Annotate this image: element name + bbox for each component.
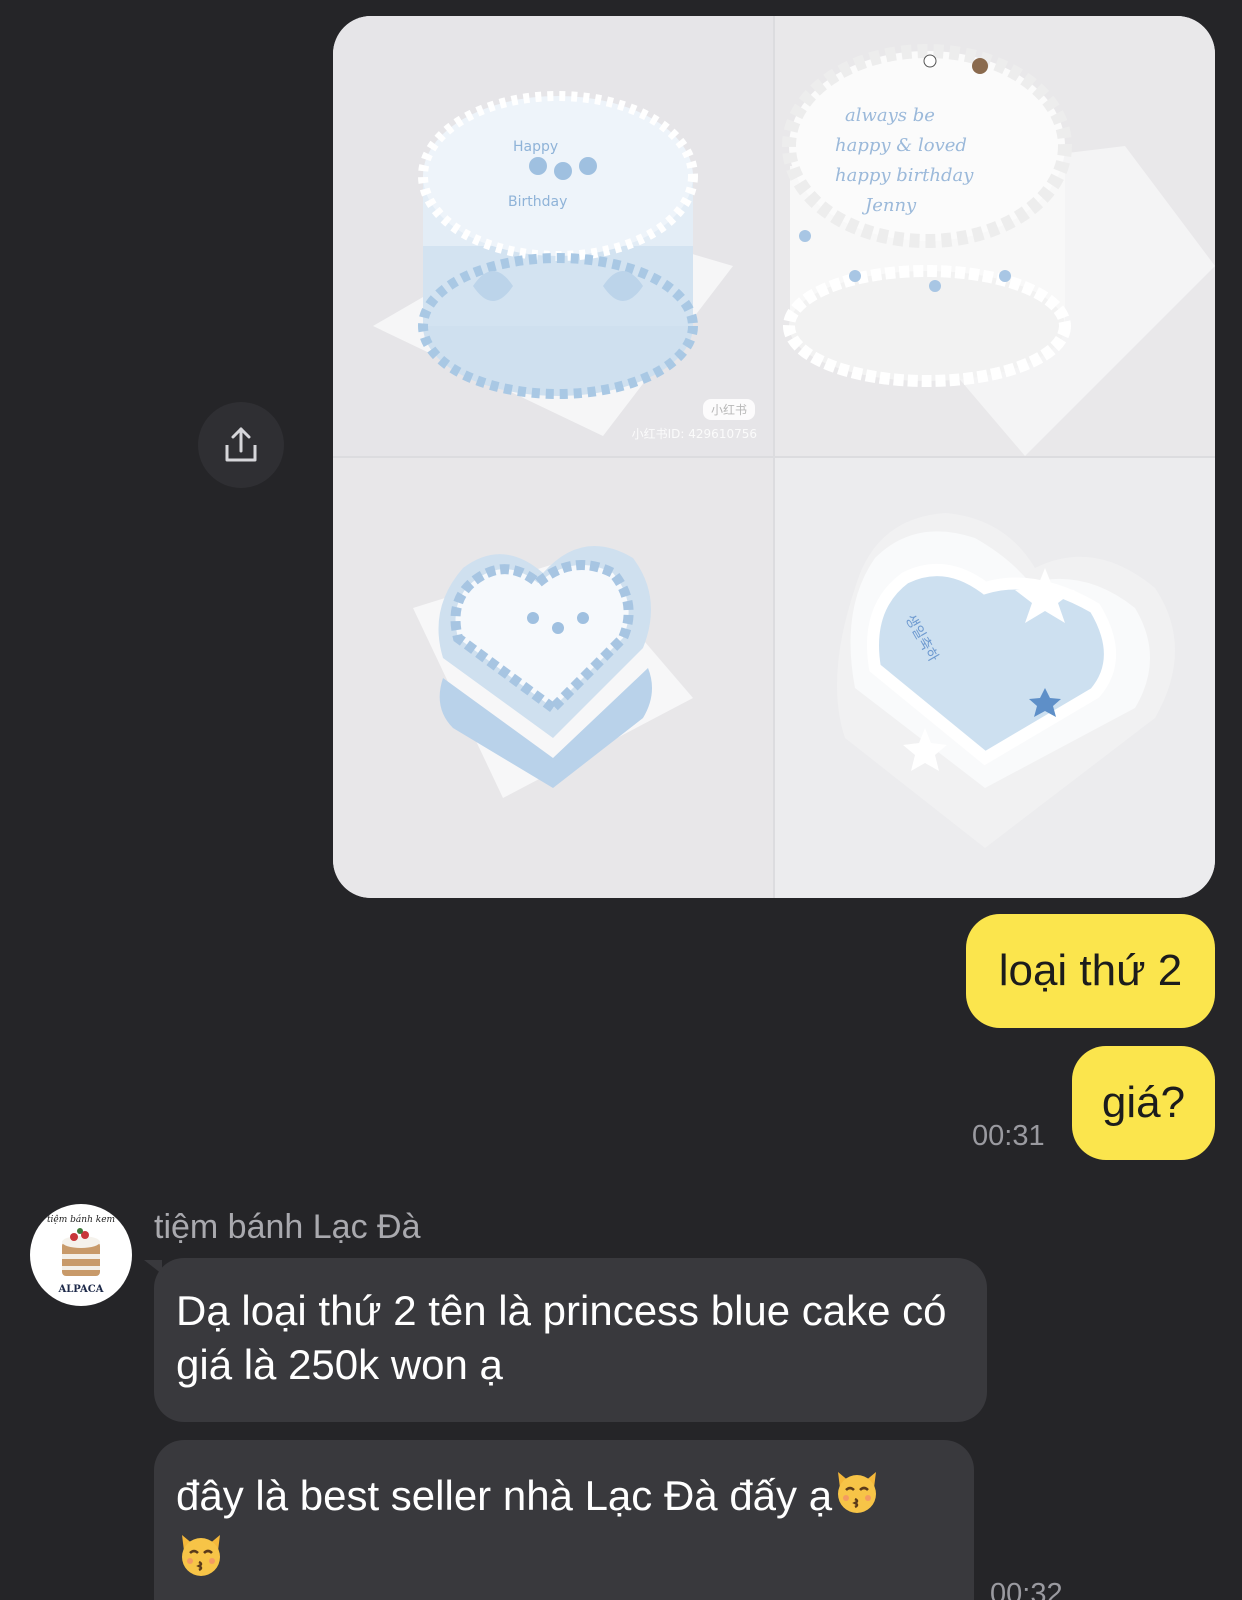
watermark-logo: 小红书 bbox=[702, 399, 755, 420]
share-upload-icon bbox=[225, 427, 257, 462]
photo-round-white-lettered-cake[interactable]: always be happy & loved happy birthday J… bbox=[775, 16, 1215, 456]
incoming-message-text: Dạ loại thứ 2 tên là princess blue cake … bbox=[176, 1287, 947, 1388]
svg-text:always be: always be bbox=[845, 105, 935, 126]
message-timestamp: 00:31 bbox=[972, 1120, 1045, 1152]
incoming-message[interactable]: đây là best seller nhà Lạc Đà đấy ạ bbox=[154, 1440, 974, 1600]
sender-name: tiệm bánh Lạc Đà bbox=[154, 1208, 421, 1246]
watermark-text: 小红书ID: 429610756 bbox=[631, 427, 757, 441]
svg-text:happy birthday: happy birthday bbox=[835, 165, 974, 186]
photo-message-grid[interactable]: Happy Birthday 小红书 小红书ID: 429610756 alwa… bbox=[333, 16, 1215, 898]
incoming-message[interactable]: Dạ loại thứ 2 tên là princess blue cake … bbox=[154, 1258, 987, 1422]
svg-text:Happy: Happy bbox=[513, 139, 558, 155]
photo-round-blue-birthday-cake[interactable]: Happy Birthday 小红书 小红书ID: 429610756 bbox=[333, 16, 773, 456]
chat-screen: Happy Birthday 小红书 小红书ID: 429610756 alwa… bbox=[0, 0, 1242, 1600]
share-button[interactable] bbox=[198, 402, 284, 488]
svg-text:happy & loved: happy & loved bbox=[835, 135, 967, 156]
svg-text:Birthday: Birthday bbox=[508, 194, 567, 210]
svg-text:Jenny: Jenny bbox=[861, 195, 917, 216]
kissing-cat-emoji bbox=[176, 1529, 226, 1592]
avatar-bottom-text: ALPACA bbox=[57, 1284, 103, 1295]
kissing-cat-emoji bbox=[832, 1466, 882, 1529]
message-timestamp: 00:32 bbox=[990, 1578, 1063, 1600]
outgoing-message[interactable]: loại thứ 2 bbox=[966, 914, 1215, 1028]
photo-heart-cake-blue-stars[interactable]: 생일축하 bbox=[775, 458, 1215, 898]
sender-avatar[interactable]: tiệm bánh kem ALPACA bbox=[30, 1204, 132, 1306]
incoming-message-text: đây là best seller nhà Lạc Đà đấy ạ bbox=[176, 1472, 833, 1519]
avatar-top-text: tiệm bánh kem bbox=[47, 1214, 115, 1225]
photo-heart-cake-blue-frosting[interactable] bbox=[333, 458, 773, 898]
outgoing-message[interactable]: giá? bbox=[1072, 1046, 1215, 1160]
